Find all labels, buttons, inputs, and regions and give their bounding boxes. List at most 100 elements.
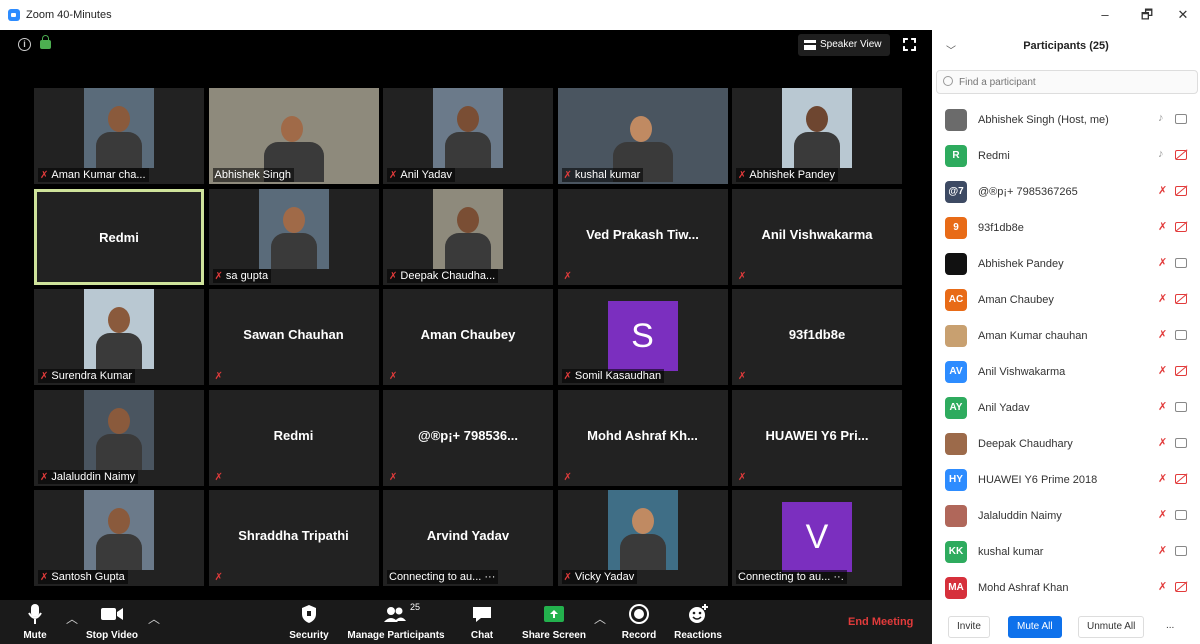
video-camera-icon[interactable] [1175, 510, 1187, 520]
video-tile[interactable]: 93f1db8e ✗ [732, 289, 902, 385]
video-camera-icon[interactable] [1175, 438, 1187, 448]
video-off-icon[interactable] [1175, 150, 1187, 160]
share-screen-button[interactable]: Share Screen [520, 602, 588, 641]
video-tile[interactable]: Arvind Yadav Connecting to au... ··· [383, 490, 553, 586]
video-tile[interactable]: HUAWEI Y6 Pri... ✗ [732, 389, 902, 486]
participant-row[interactable]: Deepak Chaudhary ✗ [932, 426, 1200, 462]
video-tile[interactable]: ✗ Deepak Chaudha... [383, 188, 553, 285]
restore-button[interactable]: 🗗 [1132, 5, 1162, 25]
video-off-icon[interactable] [1175, 366, 1187, 376]
title-bar: Zoom 40-Minutes – 🗗 ✕ [0, 0, 1200, 30]
video-tile[interactable]: ✗ Anil Yadav [383, 88, 553, 184]
muted-mic-icon: ✗ [40, 471, 49, 483]
participant-row[interactable]: KK kushal kumar ✗ [932, 534, 1200, 570]
participant-row[interactable]: Aman Kumar chauhan ✗ [932, 318, 1200, 354]
emoji-reaction-icon [689, 604, 708, 623]
muted-mic-icon[interactable]: ✗ [1158, 472, 1167, 485]
video-tile[interactable]: ✗ Aman Kumar cha... [34, 88, 204, 184]
invite-button[interactable]: Invite [948, 616, 990, 638]
muted-mic-icon[interactable]: ✗ [1158, 544, 1167, 557]
microphone-icon[interactable]: ♪ [1158, 148, 1164, 160]
video-options-caret-icon[interactable]: ︿ [148, 610, 160, 627]
participant-row[interactable]: Abhishek Singh (Host, me) ♪ [932, 102, 1200, 138]
video-tile[interactable]: S ✗ Somil Kasaudhan [557, 289, 728, 385]
video-tile[interactable]: @®p¡+ 798536... ✗ [383, 389, 553, 486]
chat-button[interactable]: Chat [466, 602, 498, 641]
participant-row[interactable]: AY Anil Yadav ✗ [932, 390, 1200, 426]
participant-video-feed [782, 88, 852, 168]
participant-row[interactable]: Jalaluddin Naimy ✗ [932, 498, 1200, 534]
video-tile[interactable]: Mohd Ashraf Kh... ✗ [557, 389, 728, 486]
video-tile[interactable]: ✗ Vicky Yadav [557, 490, 728, 586]
video-tile[interactable]: Redmi ✗ [208, 389, 379, 486]
video-tile[interactable]: ✗ Surendra Kumar [34, 289, 204, 385]
info-icon[interactable]: i [18, 38, 31, 51]
video-off-icon[interactable] [1175, 582, 1187, 592]
microphone-icon[interactable]: ♪ [1158, 112, 1164, 124]
minimize-button[interactable]: – [1090, 5, 1120, 25]
participant-row[interactable]: @7 @®p¡+ 7985367265 ✗ [932, 174, 1200, 210]
participant-name: Anil Vishwakarma [978, 366, 1066, 378]
close-button[interactable]: ✕ [1168, 5, 1198, 25]
record-button[interactable]: Record [620, 602, 658, 641]
video-tile[interactable]: ✗ Abhishek Pandey [732, 88, 902, 184]
video-off-icon[interactable] [1175, 186, 1187, 196]
participant-row[interactable]: MA Mohd Ashraf Khan ✗ [932, 570, 1200, 606]
muted-mic-icon[interactable]: ✗ [1158, 184, 1167, 197]
participant-row[interactable]: 9 93f1db8e ✗ [932, 210, 1200, 246]
video-tile[interactable]: V Connecting to au... ··. [732, 490, 902, 586]
video-tile[interactable]: ✗ Jalaluddin Naimy [34, 389, 204, 486]
muted-mic-icon[interactable]: ✗ [1158, 328, 1167, 341]
video-off-icon[interactable] [1175, 222, 1187, 232]
video-tile[interactable]: ✗ kushal kumar [557, 88, 728, 184]
fullscreen-icon[interactable] [903, 38, 916, 51]
video-tile[interactable]: Anil Vishwakarma ✗ [732, 188, 902, 285]
muted-mic-icon[interactable]: ✗ [1158, 508, 1167, 521]
participant-row[interactable]: Abhishek Pandey ✗ [932, 246, 1200, 282]
muted-mic-icon[interactable]: ✗ [1158, 436, 1167, 449]
more-options-button[interactable]: ... [1158, 616, 1183, 638]
participant-avatar: S [607, 301, 678, 371]
muted-mic-icon[interactable]: ✗ [1158, 364, 1167, 377]
video-tile[interactable]: Aman Chaubey ✗ [383, 289, 553, 385]
video-tile[interactable]: Ved Prakash Tiw... ✗ [557, 188, 728, 285]
video-camera-icon[interactable] [1175, 546, 1187, 556]
muted-mic-icon[interactable]: ✗ [1158, 292, 1167, 305]
video-camera-icon[interactable] [1175, 402, 1187, 412]
participant-row[interactable]: AV Anil Vishwakarma ✗ [932, 354, 1200, 390]
muted-mic-icon[interactable]: ✗ [1158, 256, 1167, 269]
find-participant-field[interactable] [936, 70, 1198, 94]
security-button[interactable]: Security [288, 602, 330, 641]
mute-button[interactable]: Mute [20, 602, 50, 641]
audio-options-caret-icon[interactable]: ︿ [66, 610, 78, 627]
muted-mic-icon[interactable]: ✗ [1158, 400, 1167, 413]
video-off-icon[interactable] [1175, 474, 1187, 484]
stop-video-button[interactable]: Stop Video [84, 602, 140, 641]
video-camera-icon[interactable] [1175, 258, 1187, 268]
video-camera-icon[interactable] [1175, 330, 1187, 340]
share-options-caret-icon[interactable]: ︿ [594, 610, 606, 627]
video-tile[interactable]: Sawan Chauhan ✗ [208, 289, 379, 385]
lock-icon[interactable] [40, 35, 51, 49]
find-participant-input[interactable] [959, 73, 1189, 91]
video-tile[interactable]: ✗ sa gupta [208, 188, 379, 285]
video-off-icon[interactable] [1175, 294, 1187, 304]
video-tile[interactable]: Abhishek Singh [208, 88, 379, 184]
muted-mic-icon[interactable]: ✗ [1158, 220, 1167, 233]
unmute-all-button[interactable]: Unmute All [1078, 616, 1145, 638]
manage-participants-button[interactable]: 25 Manage Participants [346, 602, 446, 641]
participant-row[interactable]: AC Aman Chaubey ✗ [932, 282, 1200, 318]
participant-row[interactable]: R Redmi ♪ [932, 138, 1200, 174]
reactions-button[interactable]: Reactions [674, 602, 722, 641]
mute-all-button[interactable]: Mute All [1008, 616, 1062, 638]
speaker-view-button[interactable]: Speaker View [798, 34, 890, 56]
tile-participant-name: Sawan Chauhan [243, 327, 344, 342]
end-meeting-button[interactable]: End Meeting [848, 616, 913, 628]
participant-row[interactable]: HY HUAWEI Y6 Prime 2018 ✗ [932, 462, 1200, 498]
video-tile[interactable]: Redmi [34, 188, 204, 285]
video-tile[interactable]: ✗ Santosh Gupta [34, 490, 204, 586]
video-camera-icon[interactable] [1175, 114, 1187, 124]
muted-mic-icon[interactable]: ✗ [1158, 580, 1167, 593]
tile-participant-name: Anil Vishwakarma [761, 226, 873, 242]
video-tile[interactable]: Shraddha Tripathi ✗ [208, 490, 379, 586]
